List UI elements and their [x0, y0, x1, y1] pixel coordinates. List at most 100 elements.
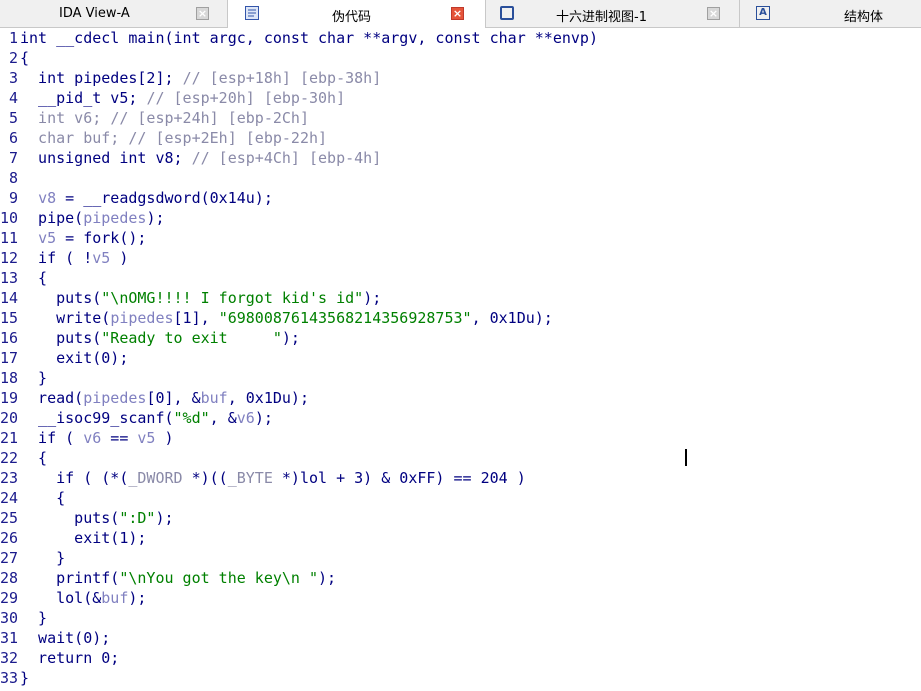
- code-token-code: __pid_t v5;: [20, 89, 147, 107]
- code-token-code: pipe(: [20, 209, 84, 227]
- code-line[interactable]: 30 }: [0, 608, 921, 628]
- code-line[interactable]: 18 }: [0, 368, 921, 388]
- code-token-code: ): [110, 249, 129, 267]
- code-token-comment: // [esp+24h] [ebp-2Ch]: [110, 109, 309, 127]
- code-text: {: [20, 268, 47, 288]
- code-text: return 0;: [20, 648, 119, 668]
- code-text: exit(0);: [20, 348, 128, 368]
- code-token-code: ): [155, 429, 174, 447]
- code-line[interactable]: 9 v8 = __readgsdword(0x14u);: [0, 188, 921, 208]
- code-line[interactable]: 16 puts("Ready to exit ");: [0, 328, 921, 348]
- code-line[interactable]: 28 printf("\nYou got the key\n ");: [0, 568, 921, 588]
- code-token-code: {: [20, 449, 48, 467]
- code-line[interactable]: 17 exit(0);: [0, 348, 921, 368]
- code-text: __isoc99_scanf("%d", &v6);: [20, 408, 273, 428]
- code-line[interactable]: 11 v5 = fork();: [0, 228, 921, 248]
- line-number: 33: [0, 669, 19, 687]
- code-token-comment: _BYTE: [227, 469, 273, 487]
- code-token-variable[interactable]: pipedes: [83, 209, 146, 227]
- code-token-code: [20, 229, 38, 247]
- code-token-code: );: [363, 289, 382, 307]
- code-token-code: );: [155, 509, 174, 527]
- code-line[interactable]: 20 __isoc99_scanf("%d", &v6);: [0, 408, 921, 428]
- tab-label: 结构体: [844, 10, 884, 25]
- line-number: 31: [0, 629, 19, 647]
- line-number: 6: [8, 129, 18, 147]
- code-token-code: read(: [20, 389, 84, 407]
- code-text: write(pipedes[1], "698008761435682143569…: [20, 308, 553, 328]
- tab-pseudocode[interactable]: 伪代码 ×: [228, 0, 486, 28]
- code-line[interactable]: 2{: [0, 48, 921, 68]
- code-token-string: "Ready to exit ": [101, 329, 282, 347]
- tab-bar: IDA View-A × 伪代码 × 十六进制视图-1 × A 结构体: [0, 0, 921, 28]
- code-line[interactable]: 6 char buf; // [esp+2Eh] [ebp-22h]: [0, 128, 921, 148]
- code-text: char buf; // [esp+2Eh] [ebp-22h]: [20, 128, 327, 148]
- line-number: 7: [8, 149, 18, 167]
- code-line[interactable]: 27 }: [0, 548, 921, 568]
- code-text: lol(&buf);: [20, 588, 146, 608]
- code-line[interactable]: 5 int v6; // [esp+24h] [ebp-2Ch]: [0, 108, 921, 128]
- code-line[interactable]: 32 return 0;: [0, 648, 921, 668]
- code-line[interactable]: 14 puts("\nOMG!!!! I forgot kid's id");: [0, 288, 921, 308]
- code-line[interactable]: 22 {: [0, 448, 921, 468]
- code-text: read(pipedes[0], &buf, 0x1Du);: [20, 388, 309, 408]
- code-text: int __cdecl main(int argc, const char **…: [20, 28, 598, 48]
- line-number: 16: [0, 329, 19, 347]
- code-line[interactable]: 3 int pipedes[2]; // [esp+18h] [ebp-38h]: [0, 68, 921, 88]
- code-token-variable[interactable]: v5: [137, 429, 155, 447]
- line-number: 2: [8, 49, 18, 67]
- code-line[interactable]: 8: [0, 168, 921, 188]
- code-line[interactable]: 31 wait(0);: [0, 628, 921, 648]
- code-line[interactable]: 13 {: [0, 268, 921, 288]
- code-token-code: __isoc99_scanf(: [20, 409, 174, 427]
- code-token-code: exit(0);: [20, 349, 129, 367]
- code-token-variable[interactable]: pipedes: [83, 389, 146, 407]
- code-line[interactable]: 26 exit(1);: [0, 528, 921, 548]
- code-text: v8 = __readgsdword(0x14u);: [20, 188, 273, 208]
- code-line[interactable]: 24 {: [0, 488, 921, 508]
- tab-label: IDA View-A: [59, 6, 130, 21]
- line-number: 27: [0, 549, 19, 567]
- code-line[interactable]: 33}: [0, 668, 921, 688]
- code-line[interactable]: 12 if ( !v5 ): [0, 248, 921, 268]
- code-line[interactable]: 1 int __cdecl main(int argc, const char *…: [0, 28, 921, 48]
- code-token-string: "\nOMG!!!! I forgot kid's id": [101, 289, 364, 307]
- code-line[interactable]: 15 write(pipedes[1], "698008761435682143…: [0, 308, 921, 328]
- pseudocode-view[interactable]: 1 int __cdecl main(int argc, const char *…: [0, 28, 921, 691]
- close-icon[interactable]: ×: [196, 7, 209, 20]
- code-token-variable[interactable]: v6: [83, 429, 101, 447]
- code-token-variable[interactable]: v6: [237, 409, 255, 427]
- text-cursor: [685, 449, 687, 466]
- code-token-variable[interactable]: buf: [201, 389, 228, 407]
- code-line[interactable]: 7 unsigned int v8; // [esp+4Ch] [ebp-4h]: [0, 148, 921, 168]
- code-token-code: int __cdecl main(int argc, const char **…: [20, 29, 598, 47]
- line-number: 20: [0, 409, 19, 427]
- code-line[interactable]: 10 pipe(pipedes);: [0, 208, 921, 228]
- code-token-variable[interactable]: buf: [101, 589, 128, 607]
- line-number: 26: [0, 529, 19, 547]
- tab-hex-view[interactable]: 十六进制视图-1 ×: [486, 0, 740, 27]
- code-token-code: lol(&: [20, 589, 102, 607]
- code-line[interactable]: 29 lol(&buf);: [0, 588, 921, 608]
- code-token-variable[interactable]: v5: [92, 249, 110, 267]
- code-token-code: );: [146, 209, 165, 227]
- line-number: 4: [8, 89, 18, 107]
- code-text: puts(":D");: [20, 508, 174, 528]
- tab-ida-view-a[interactable]: IDA View-A ×: [0, 0, 228, 27]
- code-line[interactable]: 4 __pid_t v5; // [esp+20h] [ebp-30h]: [0, 88, 921, 108]
- code-token-code: wait(0);: [20, 629, 111, 647]
- code-token-variable[interactable]: v8: [38, 189, 56, 207]
- code-token-variable[interactable]: v5: [38, 229, 56, 247]
- close-icon[interactable]: ×: [451, 7, 464, 20]
- line-number: 10: [0, 209, 19, 227]
- code-line[interactable]: 21 if ( v6 == v5 ): [0, 428, 921, 448]
- code-text: int pipedes[2]; // [esp+18h] [ebp-38h]: [20, 68, 381, 88]
- code-token-variable[interactable]: pipedes: [110, 309, 173, 327]
- code-line[interactable]: 23 if ( (*(_DWORD *)((_BYTE *)lol + 3) &…: [0, 468, 921, 488]
- code-line[interactable]: 25 puts(":D");: [0, 508, 921, 528]
- close-icon[interactable]: ×: [707, 7, 720, 20]
- tab-structures[interactable]: A 结构体: [740, 0, 921, 27]
- code-line[interactable]: 19 read(pipedes[0], &buf, 0x1Du);: [0, 388, 921, 408]
- line-number: 8: [8, 169, 18, 187]
- line-number: 18: [0, 369, 19, 387]
